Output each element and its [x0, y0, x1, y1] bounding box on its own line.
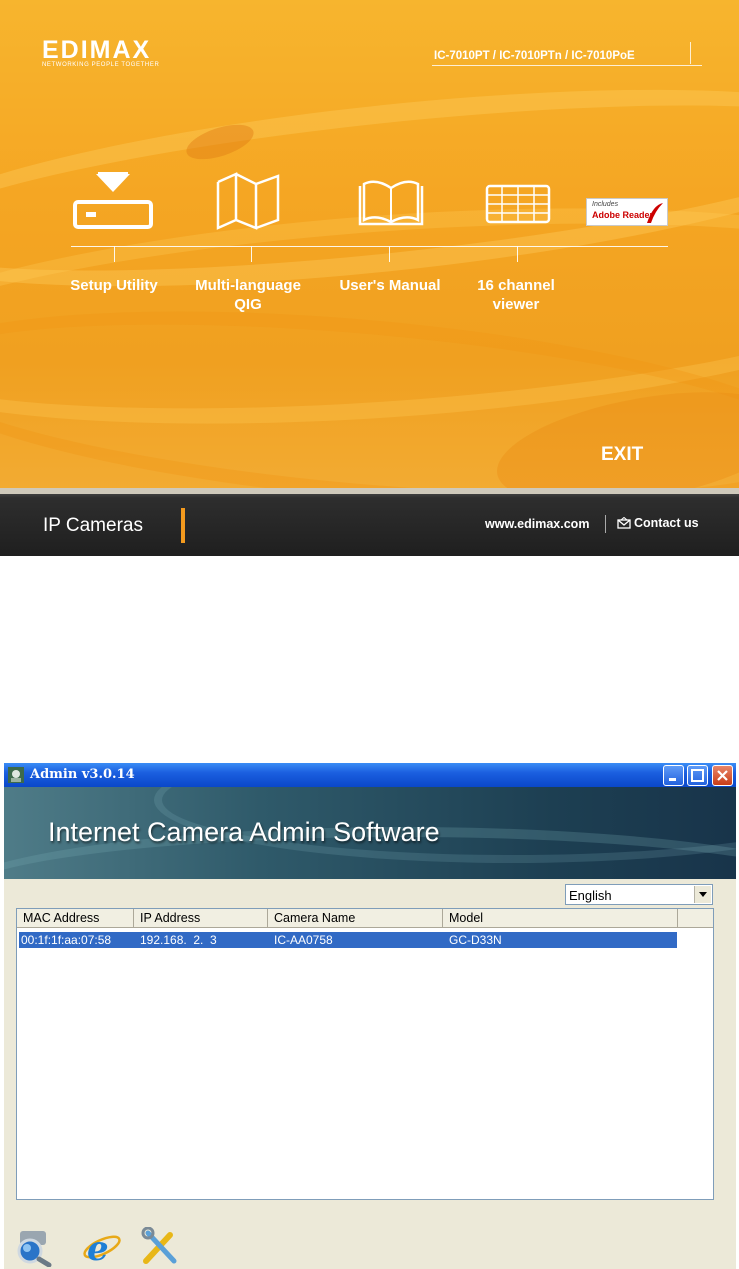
setup-utility-icon[interactable] [72, 172, 156, 232]
divider [605, 515, 606, 533]
internet-explorer-icon[interactable]: e [82, 1227, 122, 1267]
menu-tick [251, 246, 252, 262]
close-icon [717, 770, 728, 781]
accent-bar [181, 508, 185, 543]
language-value: English [569, 888, 612, 903]
open-book-icon[interactable] [356, 176, 426, 228]
svg-text:e: e [87, 1229, 109, 1267]
exit-button[interactable]: EXIT [601, 444, 643, 466]
menu-divider [71, 246, 668, 247]
camera-name-cell: IC-AA0758 [274, 933, 333, 947]
column-header-empty [678, 909, 713, 928]
menu-tick [114, 246, 115, 262]
edimax-logo: EDIMAX NETWORKING PEOPLE TOGETHER [42, 36, 160, 68]
chevron-down-icon [699, 892, 707, 897]
close-button[interactable] [712, 765, 733, 786]
adobe-reader-icon [647, 203, 663, 223]
ip-address-cell: 192.168. 2. 3 [140, 933, 217, 947]
adobe-reader-badge[interactable]: Includes Adobe Reader [586, 198, 668, 226]
camera-list[interactable]: MAC Address IP Address Camera Name Model… [16, 908, 714, 1200]
envelope-icon [617, 517, 631, 529]
divider [690, 42, 691, 64]
model-list: IC-7010PT / IC-7010PTn / IC-7010PoE [434, 50, 635, 62]
contact-us-label: Contact us [634, 516, 699, 530]
setup-utility-link[interactable]: Setup Utility [58, 276, 170, 295]
admin-window: Admin v3.0.14 Internet Camera Admin Soft… [4, 763, 736, 1269]
section-title: IP Cameras [43, 515, 143, 536]
multi-language-qig-link[interactable]: Multi-language QIG [186, 276, 310, 314]
minimize-icon [669, 778, 676, 781]
website-link[interactable]: www.edimax.com [485, 517, 589, 531]
camera-app-icon [8, 767, 24, 783]
contact-us-link[interactable]: Contact us [617, 516, 699, 530]
column-header-ip[interactable]: IP Address [134, 909, 268, 928]
banner-title: Internet Camera Admin Software [48, 817, 440, 847]
setup-tools-icon[interactable] [140, 1227, 180, 1267]
sixteen-channel-viewer-link[interactable]: 16 channel viewer [466, 276, 566, 314]
window-title: Admin v3.0.14 [30, 767, 135, 782]
search-camera-icon[interactable] [14, 1227, 54, 1267]
users-manual-link[interactable]: User's Manual [330, 276, 450, 295]
mac-address-cell: 00:1f:1f:aa:07:58 [21, 933, 112, 947]
column-header-mac[interactable]: MAC Address [17, 909, 134, 928]
dropdown-button[interactable] [694, 886, 711, 903]
model-cell: GC-D33N [449, 933, 502, 947]
autorun-menu: EDIMAX NETWORKING PEOPLE TOGETHER IC-701… [0, 0, 739, 556]
table-row[interactable]: 00:1f:1f:aa:07:58 192.168. 2. 3 IC-AA075… [19, 932, 677, 948]
column-header-camera-name[interactable]: Camera Name [268, 909, 443, 928]
app-banner: Internet Camera Admin Software [4, 787, 736, 879]
menu-tick [389, 246, 390, 262]
divider [432, 65, 702, 66]
maximize-icon [691, 769, 704, 782]
maximize-button[interactable] [687, 765, 708, 786]
menu-tick [517, 246, 518, 262]
column-header-model[interactable]: Model [443, 909, 678, 928]
minimize-button[interactable] [663, 765, 684, 786]
grid-viewer-icon[interactable] [485, 184, 551, 224]
title-bar[interactable]: Admin v3.0.14 [4, 763, 736, 787]
language-select[interactable]: English [565, 884, 713, 905]
map-icon[interactable] [216, 172, 282, 230]
